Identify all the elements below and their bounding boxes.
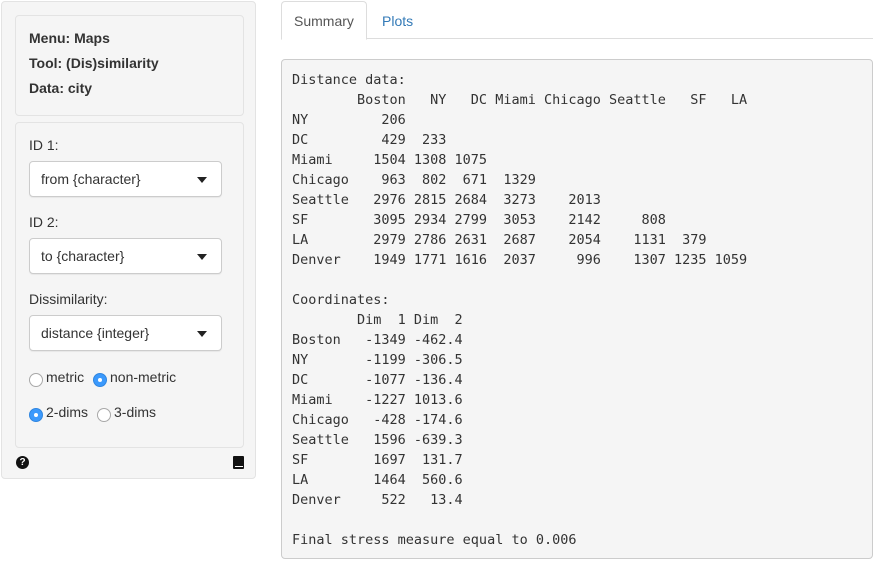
radio-non-metric[interactable] <box>93 373 107 387</box>
radio-non-metric-label[interactable]: non-metric <box>110 369 176 385</box>
radio-3-dims-label[interactable]: 3-dims <box>114 404 156 420</box>
controls-panel: ID 1: from {character} ID 2: to {charact… <box>15 122 244 448</box>
dissimilarity-select[interactable]: distance {integer} <box>29 315 222 351</box>
tab-bar: Summary Plots <box>281 0 873 40</box>
dissimilarity-label: Dissimilarity: <box>29 291 108 307</box>
summary-text: Distance data: Boston NY DC Miami Chicag… <box>292 72 748 548</box>
id2-select-value: to {character} <box>41 248 125 264</box>
data-label: Data: city <box>29 80 93 96</box>
id2-label: ID 2: <box>29 214 59 230</box>
sidebar: Menu: Maps Tool: (Dis)similarity Data: c… <box>1 1 256 479</box>
radio-3-dims[interactable] <box>97 408 111 422</box>
question-circle-icon[interactable]: ? <box>16 456 29 469</box>
radio-metric-label[interactable]: metric <box>46 369 84 385</box>
book-icon[interactable] <box>233 456 244 469</box>
info-panel: Menu: Maps Tool: (Dis)similarity Data: c… <box>15 15 244 116</box>
menu-label: Menu: Maps <box>29 30 110 46</box>
tool-label: Tool: (Dis)similarity <box>29 55 159 71</box>
id1-select-value: from {character} <box>41 171 141 187</box>
radio-2-dims[interactable] <box>29 408 43 422</box>
radio-metric[interactable] <box>29 373 43 387</box>
caret-down-icon <box>197 331 207 337</box>
tab-summary[interactable]: Summary <box>281 1 367 40</box>
id2-select[interactable]: to {character} <box>29 238 222 274</box>
tab-plots[interactable]: Plots <box>369 1 426 40</box>
radio-2-dims-label[interactable]: 2-dims <box>46 404 88 420</box>
caret-down-icon <box>197 254 207 260</box>
id1-select[interactable]: from {character} <box>29 161 222 197</box>
summary-output: Distance data: Boston NY DC Miami Chicag… <box>281 59 873 559</box>
caret-down-icon <box>197 177 207 183</box>
dissimilarity-select-value: distance {integer} <box>41 325 150 341</box>
id1-label: ID 1: <box>29 137 59 153</box>
